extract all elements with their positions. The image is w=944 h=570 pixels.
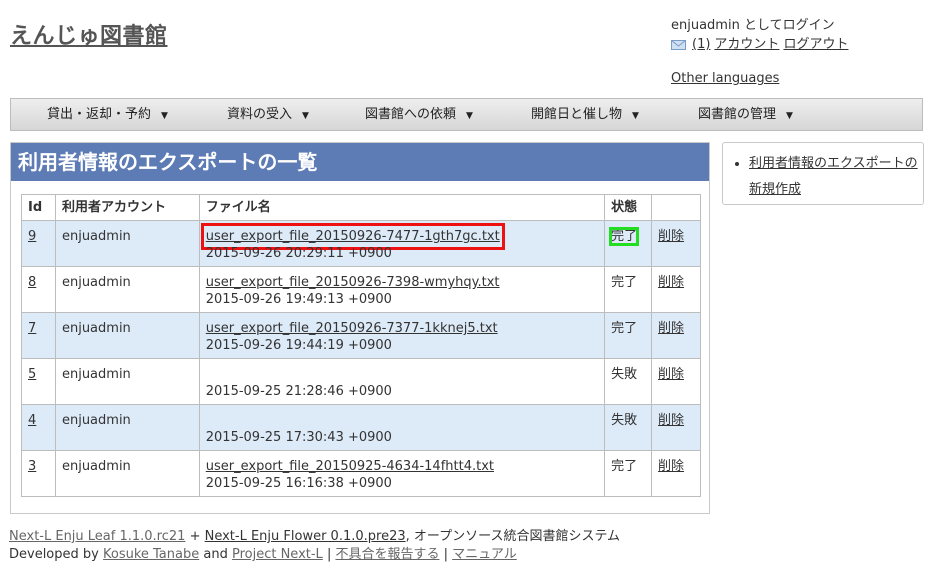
account-cell: enjuadmin: [54, 266, 200, 313]
table-row: 3 enjuadmin user_export_file_20150925-46…: [21, 450, 701, 497]
footer-and: and: [199, 547, 232, 562]
menu-label: 貸出・返却・予約: [47, 107, 152, 122]
caret-down-icon: ▼: [632, 111, 639, 121]
delete-link[interactable]: 削除: [658, 229, 684, 244]
login-info: enjuadmin としてログイン (1) アカウント ログアウト: [671, 16, 848, 54]
state-cell: 完了: [604, 312, 653, 359]
id-link[interactable]: 8: [28, 275, 36, 290]
footer-system: , オープンソース統合図書館システム: [405, 529, 621, 544]
delete-link[interactable]: 削除: [658, 321, 684, 336]
state-cell: 完了: [609, 227, 640, 246]
footer-plus: +: [185, 529, 205, 544]
footer-sep: |: [322, 547, 336, 562]
created-at: 2015-09-25 16:16:38 +0900: [205, 476, 392, 491]
menu-label: 開館日と催し物: [531, 107, 623, 122]
author-link[interactable]: Kosuke Tanabe: [103, 547, 199, 562]
enju-flower-link[interactable]: Next-L Enju Flower 0.1.0.pre23: [205, 529, 406, 544]
file-link[interactable]: user_export_file_20150926-7398-wmyhqy.tx…: [206, 274, 500, 291]
menu-admin[interactable]: 図書館の管理 ▼: [698, 99, 793, 130]
main-menu: 貸出・返却・予約 ▼ 資料の受入 ▼ 図書館への依頼 ▼ 開館日と催し物 ▼ 図書館の管…: [10, 98, 923, 131]
report-bug-link[interactable]: 不具合を報告する: [335, 547, 439, 562]
created-at: 2015-09-25 21:28:46 +0900: [205, 384, 392, 399]
project-link[interactable]: Project Next-L: [232, 547, 323, 562]
list-item: 利用者情報のエクスポートの新規作成: [749, 151, 923, 203]
delete-link[interactable]: 削除: [658, 367, 684, 382]
mail-icon[interactable]: [671, 39, 686, 50]
menu-label: 図書館の管理: [698, 107, 777, 122]
new-export-link[interactable]: 利用者情報のエクスポートの新規作成: [749, 156, 918, 197]
id-link[interactable]: 9: [28, 229, 36, 244]
page-title: 利用者情報のエクスポートの一覧: [11, 143, 709, 181]
login-status: enjuadmin としてログイン: [671, 18, 835, 33]
created-at: 2015-09-26 19:49:13 +0900: [205, 292, 392, 307]
table-header-row: Id 利用者アカウント ファイル名 状態: [21, 194, 701, 221]
col-state: 状態: [604, 194, 653, 221]
caret-down-icon: ▼: [302, 111, 309, 121]
menu-circulation[interactable]: 貸出・返却・予約 ▼: [47, 99, 168, 130]
col-actions: [651, 194, 701, 221]
messages-link[interactable]: (1): [692, 35, 710, 54]
table-row: 9 enjuadmin user_export_file_20150926-74…: [21, 220, 701, 267]
file-link[interactable]: user_export_file_20150926-7377-1kknej5.t…: [206, 320, 498, 337]
site-title-link[interactable]: えんじゅ図書館: [10, 18, 168, 50]
account-cell: enjuadmin: [54, 312, 200, 359]
menu-requests[interactable]: 図書館への依頼 ▼: [365, 99, 473, 130]
delete-link[interactable]: 削除: [658, 459, 684, 474]
table-row: 7 enjuadmin user_export_file_20150926-73…: [21, 312, 701, 359]
table-row: 5 enjuadmin 2015-09-25 21:28:46 +0900 失敗…: [21, 358, 701, 405]
file-link[interactable]: user_export_file_20150926-7477-1gth7gc.t…: [200, 223, 505, 250]
account-cell: enjuadmin: [54, 358, 200, 405]
caret-down-icon: ▼: [466, 111, 473, 121]
delete-link[interactable]: 削除: [658, 275, 684, 290]
col-id: Id: [21, 194, 56, 221]
state-cell: 失敗: [604, 404, 653, 451]
created-at: 2015-09-26 19:44:19 +0900: [205, 338, 392, 353]
export-table: Id 利用者アカウント ファイル名 状態 9 enjuadmin user_ex…: [21, 194, 701, 497]
file-link[interactable]: user_export_file_20150925-4634-14fhtt4.t…: [206, 458, 494, 475]
account-cell: enjuadmin: [54, 450, 200, 497]
menu-label: 図書館への依頼: [365, 107, 457, 122]
state-cell: 完了: [604, 450, 653, 497]
table-row: 8 enjuadmin user_export_file_20150926-73…: [21, 266, 701, 313]
main-panel: 利用者情報のエクスポートの一覧 Id 利用者アカウント ファイル名 状態 9 e…: [10, 142, 710, 514]
enju-leaf-link[interactable]: Next-L Enju Leaf 1.1.0.rc21: [9, 529, 185, 544]
id-link[interactable]: 4: [28, 413, 36, 428]
footer-sep: |: [439, 547, 453, 562]
created-at: 2015-09-25 17:30:43 +0900: [205, 430, 392, 445]
manual-link[interactable]: マニュアル: [452, 547, 517, 562]
id-link[interactable]: 3: [28, 459, 36, 474]
sidebar-list: 利用者情報のエクスポートの新規作成: [723, 143, 923, 203]
created-at: 2015-09-26 20:29:11 +0900: [205, 246, 392, 261]
col-file: ファイル名: [198, 194, 606, 221]
footer: Next-L Enju Leaf 1.1.0.rc21 + Next-L Enj…: [9, 528, 620, 564]
state-cell: 完了: [604, 266, 653, 313]
caret-down-icon: ▼: [161, 111, 168, 121]
footer-developed-by: Developed by: [9, 547, 103, 562]
sidebar: 利用者情報のエクスポートの新規作成: [722, 142, 924, 205]
other-languages-link[interactable]: Other languages: [671, 71, 779, 86]
logout-link[interactable]: ログアウト: [783, 35, 848, 54]
id-link[interactable]: 5: [28, 367, 36, 382]
table-row: 4 enjuadmin 2015-09-25 17:30:43 +0900 失敗…: [21, 404, 701, 451]
state-cell: 失敗: [604, 358, 653, 405]
account-link[interactable]: アカウント: [714, 35, 779, 54]
caret-down-icon: ▼: [786, 111, 793, 121]
id-link[interactable]: 7: [28, 321, 36, 336]
account-cell: enjuadmin: [54, 404, 200, 451]
menu-events[interactable]: 開館日と催し物 ▼: [531, 99, 639, 130]
account-cell: enjuadmin: [54, 220, 200, 267]
menu-label: 資料の受入: [227, 107, 293, 122]
delete-link[interactable]: 削除: [658, 413, 684, 428]
menu-acquisition[interactable]: 資料の受入 ▼: [227, 99, 309, 130]
col-account: 利用者アカウント: [54, 194, 200, 221]
